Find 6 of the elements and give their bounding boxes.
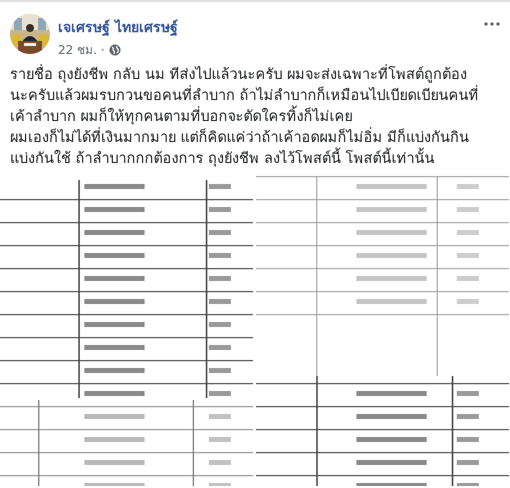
separator: · xyxy=(100,42,105,56)
author-name[interactable]: เจเศรษฐ์ ไทยเศรษฐ์ xyxy=(58,16,178,38)
globe-icon xyxy=(108,44,121,56)
more-icon[interactable] xyxy=(484,22,500,26)
post-time[interactable]: 22 ชม. xyxy=(58,40,97,59)
post-text: รายชื่อ ถุงยังชีพ กลับ นม ทีส่งไปแล้วนะครับ ผมจะส่งเฉพาะที่โพสต์ถูกต้อง นะครับแล้วผมรบกวนขอคนที่ลำบาก ถ้าไม่ลำบากก็เหมือนไปเบียดเบียนคนที่ เค้าลำบาก ผมก็ให้ทุกคนตามที่บอกจะตัดใครทิ้งก็ไม่เคย ผมเองก็ไม่ได้ที่เงินมากมาย แต่ก็คิดแค่ว่าถ้าเค้าอดผมก็ไม่อิ่ม มีก็แบ่งกันกิน แบ่งกันใช้ ถ้าลำบากกกต้องการ ถุงยังชีพ ลงไว้โพสต์นี้ โพสต์นี้เท่านั้น xyxy=(10,65,500,170)
